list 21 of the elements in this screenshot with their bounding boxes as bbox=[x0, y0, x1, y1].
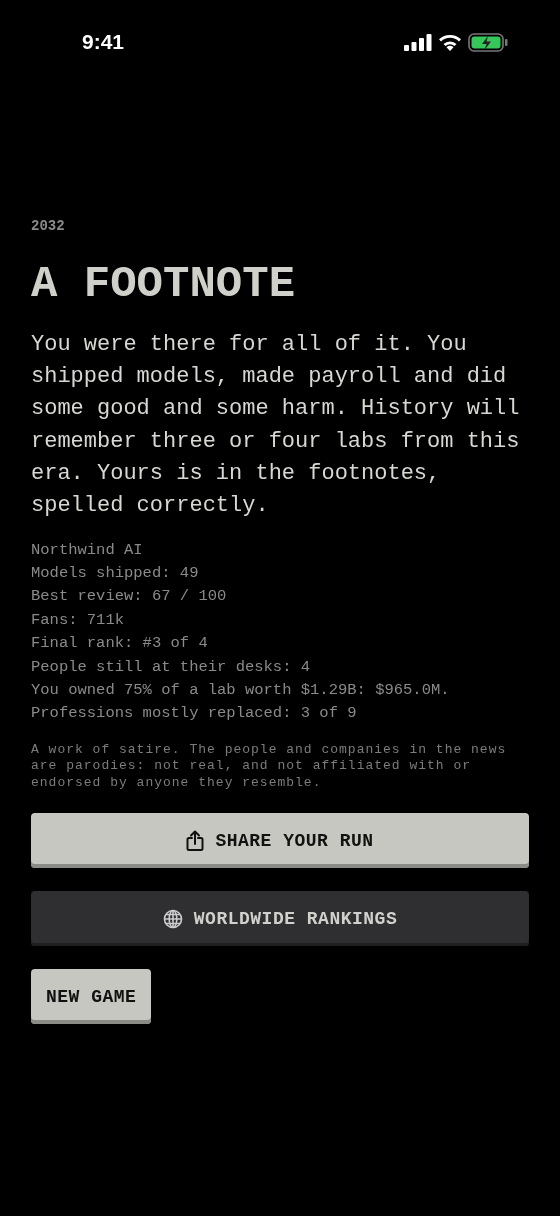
summary-text: You were there for all of it. You shipped models, made payroll and did some good and some harm. History will remember three or four labs from this era. Yours is in the footnotes, spelled correctly. bbox=[31, 330, 521, 521]
globe-icon bbox=[162, 908, 183, 929]
stat-line: People still at their desks: 4 bbox=[31, 656, 312, 678]
stat-line: Final rank: #3 of 4 bbox=[31, 633, 209, 655]
stat-line: You owned 75% of a lab worth $1.29B: $965.0M. bbox=[31, 680, 451, 701]
wifi-icon bbox=[438, 33, 462, 51]
stat-line: Northwind AI bbox=[31, 539, 144, 561]
battery-charging-icon bbox=[468, 32, 508, 52]
share-button[interactable]: SHARE YOUR RUN bbox=[31, 813, 529, 869]
disclaimer-text: A work of satire. The people and companies in the news are parodies: not real, and not affiliated with or endorsed by anyone they resemble. bbox=[31, 741, 508, 792]
status-time: 9:41 bbox=[82, 30, 125, 54]
new-game-button[interactable]: NEW GAME bbox=[31, 969, 152, 1025]
stat-line: Professions mostly replaced: 3 of 9 bbox=[31, 703, 358, 725]
signal-icon bbox=[404, 33, 432, 51]
stat-line: Models shipped: 49 bbox=[31, 563, 200, 584]
rankings-button[interactable]: WORLDWIDE RANKINGS bbox=[31, 891, 529, 947]
year-label: 2032 bbox=[31, 218, 66, 234]
share-icon bbox=[186, 829, 205, 852]
stat-line: Fans: 711k bbox=[31, 609, 125, 631]
stat-line: Best review: 67 / 100 bbox=[31, 586, 228, 608]
page-title: A FOOTNOTE bbox=[31, 258, 297, 311]
